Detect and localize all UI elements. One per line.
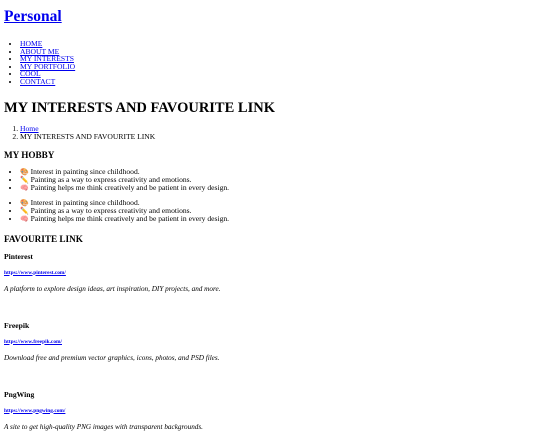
main-nav: HOME ABOUT ME MY INTERESTS MY PORTFOLIO … [4, 40, 536, 86]
palette-icon: 🎨 [20, 167, 29, 176]
link-card-freepik: Freepik https://www.freepik.com/ Downloa… [4, 320, 536, 362]
nav-item-contact: CONTACT [20, 78, 536, 86]
hobby-section-title: MY HOBBY [4, 149, 55, 160]
breadcrumb: Home MY INTERESTS AND FAVOURITE LINK [4, 124, 536, 141]
list-item: 🧠 Painting helps me think creatively and… [20, 182, 536, 192]
link-card-pinterest: Pinterest https://www.pinterest.com/ A p… [4, 251, 536, 293]
link-name: Freepik [4, 320, 30, 330]
brain-icon: 🧠 [20, 214, 29, 223]
nav-item-my-interests: MY INTERESTS [20, 55, 536, 63]
link-url[interactable]: https://www.pinterest.com/ [4, 270, 536, 276]
link-description: A site to get high-quality PNG images wi… [4, 422, 203, 431]
list-item: 🧠 Painting helps me think creatively and… [20, 213, 536, 223]
link-name: PngWing [4, 389, 35, 399]
nav-item-home: HOME [20, 40, 536, 48]
brain-icon: 🧠 [20, 183, 29, 192]
page-title: MY INTERESTS AND FAVOURITE LINK [4, 99, 275, 116]
hobby-text: Painting helps me think creatively and b… [30, 213, 230, 223]
hobby-text: Painting helps me think creatively and b… [30, 182, 230, 192]
hobby-list-1: 🎨 Interest in painting since childhood. … [4, 167, 536, 192]
favourite-section-title: FAVOURITE LINK [4, 233, 83, 244]
nav-item-cool: COOL [20, 70, 536, 78]
pencil-icon: ✏️ [20, 175, 29, 184]
link-url[interactable]: https://www.freepik.com/ [4, 339, 536, 345]
site-title-link[interactable]: Personal [4, 8, 62, 25]
link-description: Download free and premium vector graphic… [4, 353, 220, 362]
pencil-icon: ✏️ [20, 206, 29, 215]
page-root: Personal HOME ABOUT ME MY INTERESTS MY P… [4, 0, 536, 431]
link-name: Pinterest [4, 251, 33, 261]
nav-item-about-me: ABOUT ME [20, 47, 536, 56]
link-card-pngwing: PngWing https://www.pngwing.com/ A site … [4, 389, 536, 431]
link-description: A platform to explore design ideas, art … [4, 284, 221, 293]
breadcrumb-item-current: MY INTERESTS AND FAVOURITE LINK [20, 132, 536, 141]
nav-item-my-portfolio: MY PORTFOLIO [20, 62, 536, 71]
link-url[interactable]: https://www.pngwing.com/ [4, 408, 536, 414]
hobby-list-2: 🎨 Interest in painting since childhood. … [4, 198, 536, 223]
palette-icon: 🎨 [20, 198, 29, 207]
site-title: Personal [4, 8, 536, 26]
nav-link-contact[interactable]: CONTACT [20, 77, 55, 86]
